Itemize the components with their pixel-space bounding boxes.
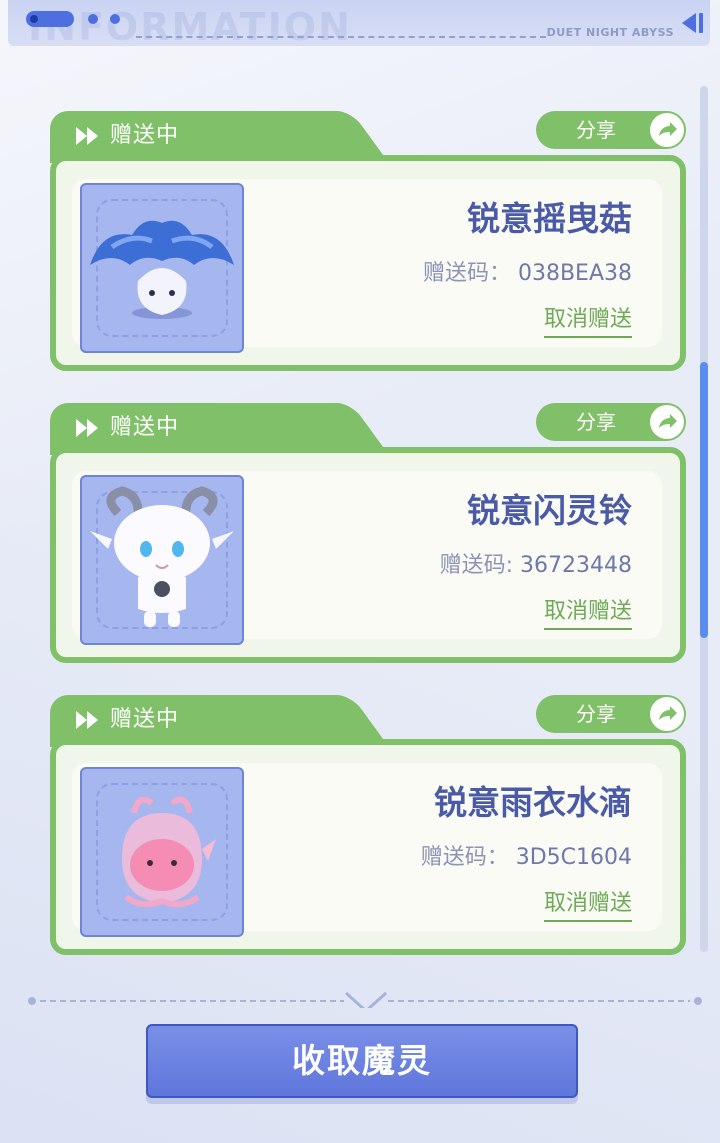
scrollbar-thumb[interactable]: [700, 362, 708, 638]
cancel-gift-link[interactable]: 取消赠送: [543, 597, 632, 630]
share-label: 分享: [576, 410, 616, 434]
cancel-gift-link[interactable]: 取消赠送: [543, 305, 632, 338]
page-indicator-dot: [88, 14, 98, 24]
share-arrow-icon[interactable]: [650, 405, 684, 439]
brand-label: DUET NIGHT ABYSS: [546, 26, 674, 39]
gift-code: 赠送码： 038BEA38: [423, 259, 632, 289]
page-indicator-active: [26, 11, 74, 27]
share-button[interactable]: 分享: [536, 403, 686, 441]
status-label: 赠送中: [110, 415, 180, 440]
card-body: 锐意雨衣水滴 赠送码： 3D5C1604 取消赠送: [50, 739, 686, 955]
share-arrow-icon[interactable]: [650, 113, 684, 147]
scrollbar[interactable]: [700, 86, 708, 952]
card-body: 锐意闪灵铃 赠送码: 36723448 取消赠送: [50, 447, 686, 663]
collect-label: 收取魔灵: [292, 1041, 432, 1080]
creature-name: 锐意雨衣水滴: [434, 783, 632, 822]
gift-code-label: 赠送码：: [422, 261, 511, 286]
share-label: 分享: [576, 702, 616, 726]
gift-code-value: 36723448: [520, 553, 632, 578]
share-button[interactable]: 分享: [536, 695, 686, 733]
cancel-gift-link[interactable]: 取消赠送: [543, 889, 632, 922]
status-label: 赠送中: [110, 123, 180, 148]
collect-creature-button[interactable]: 收取魔灵: [146, 1024, 578, 1098]
creature-name: 锐意摇曳菇: [467, 199, 632, 238]
gift-code-value: 3D5C1604: [515, 845, 632, 870]
header-watermark: INFORMATION: [28, 5, 352, 49]
share-label: 分享: [576, 118, 616, 142]
pink-water-drop-creature-icon: [80, 767, 244, 937]
header-dashed-line: [136, 36, 546, 38]
share-arrow-icon[interactable]: [650, 697, 684, 731]
gift-card: 赠送中 分享 锐意雨衣水滴 赠送码： 3D5C1604 取消赠送: [50, 695, 686, 967]
blue-mushroom-creature-icon: [80, 183, 244, 353]
status-label: 赠送中: [110, 707, 180, 732]
page-indicator-dot: [110, 14, 120, 24]
fast-forward-icon: [76, 419, 98, 437]
card-body: 锐意摇曳菇 赠送码： 038BEA38 取消赠送: [50, 155, 686, 371]
top-header-bar: INFORMATION DUET NIGHT ABYSS: [8, 0, 710, 46]
white-goat-creature-icon: [80, 475, 244, 645]
fast-forward-icon: [76, 711, 98, 729]
gift-code-label: 赠送码：: [420, 845, 509, 870]
creature-name: 锐意闪灵铃: [467, 491, 632, 530]
gift-code-label: 赠送码:: [439, 553, 514, 578]
share-button[interactable]: 分享: [536, 111, 686, 149]
scroll-down-indicator: [28, 991, 702, 1008]
gift-card: 赠送中 分享 锐意闪灵铃 赠送码: 36723448 取消赠送: [50, 403, 686, 675]
gift-code-value: 038BEA38: [517, 261, 632, 286]
fast-forward-icon: [76, 127, 98, 145]
gift-card: 赠送中 分享 锐意摇曳菇 赠送码： 038BEA38 取消赠送: [50, 111, 686, 383]
collapse-arrow-icon[interactable]: [678, 10, 706, 36]
gift-code: 赠送码： 3D5C1604: [421, 843, 632, 873]
gift-code: 赠送码: 36723448: [440, 551, 632, 581]
